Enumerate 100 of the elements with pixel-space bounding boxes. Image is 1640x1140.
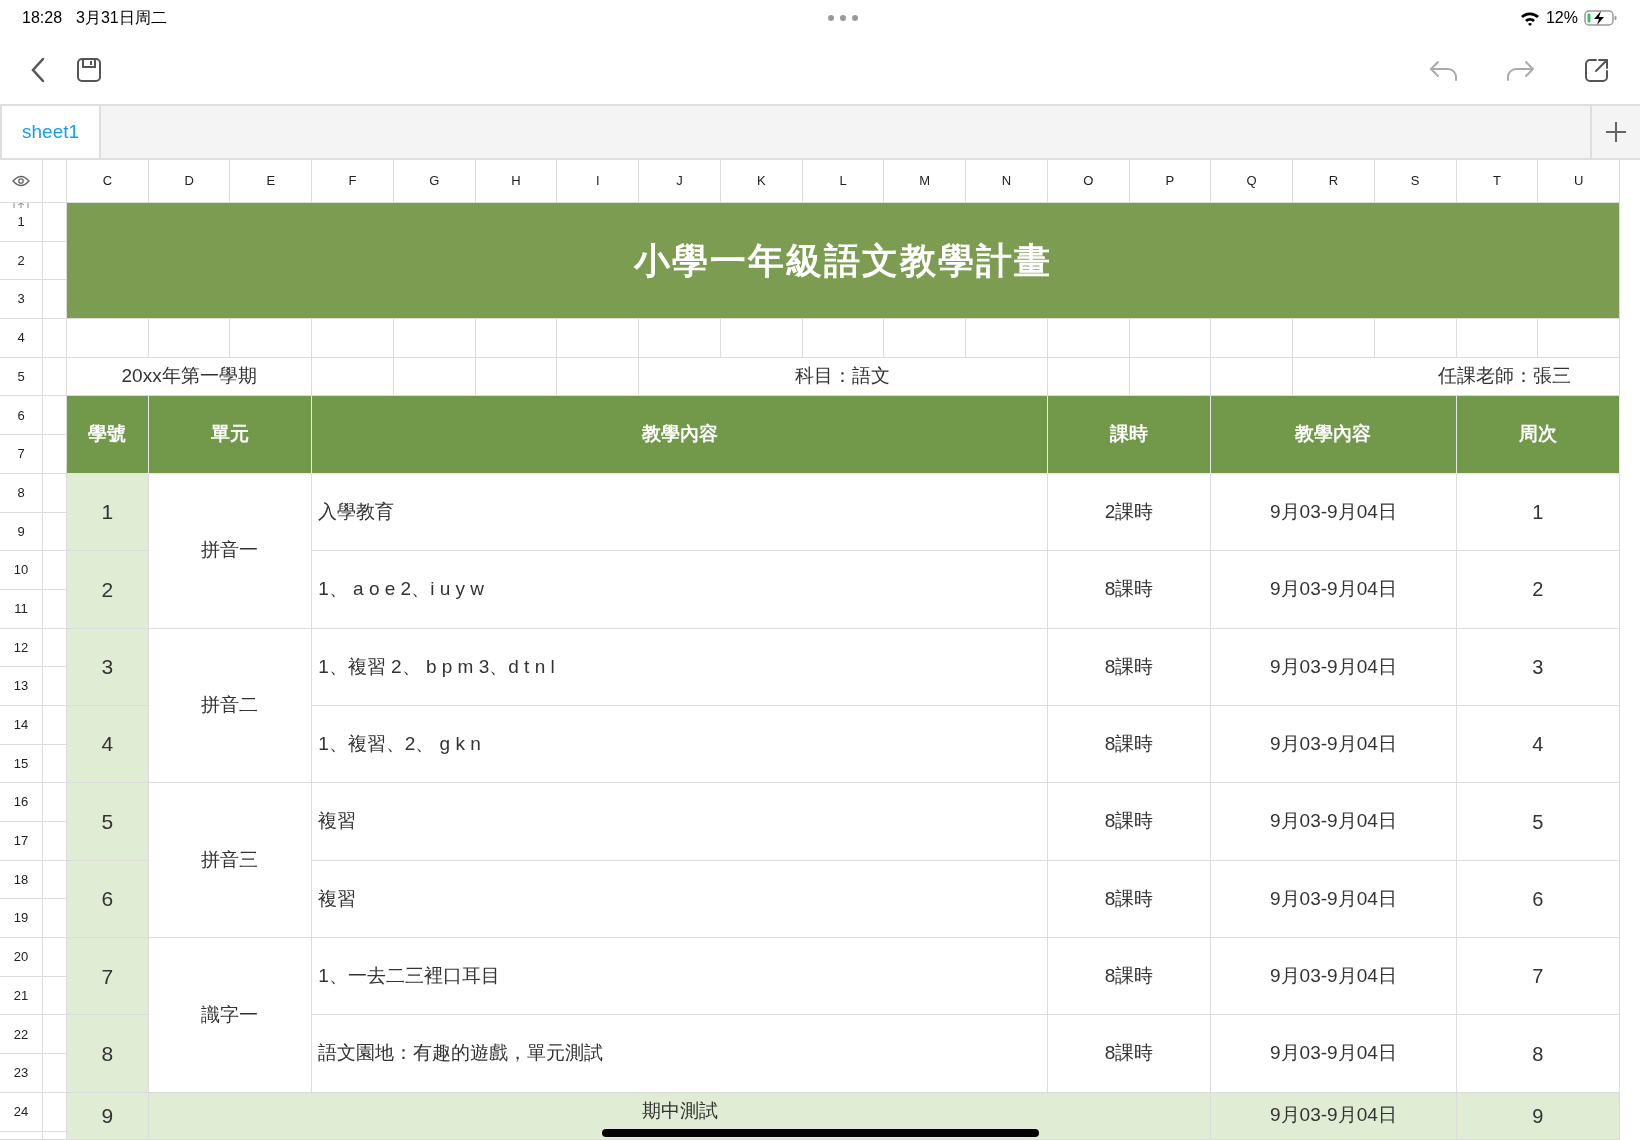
column-header[interactable]: Q [1246,171,1257,191]
column-header[interactable]: P [1165,171,1175,191]
date-cell-text: 9月03-9月04日 [1270,577,1397,602]
number-cell-text: 1 [101,499,114,526]
content-cell-text: 複習 [318,809,357,834]
term-label: 20xx年第一學期 [121,364,257,389]
number-cell-text: 3 [101,654,114,680]
row-header[interactable]: 23 [13,1063,29,1083]
hours-cell-text: 8課時 [1104,964,1154,988]
row-header[interactable]: 4 [17,328,25,348]
column-header[interactable]: O [1083,171,1094,191]
row-header[interactable]: 15 [13,753,29,774]
column-header[interactable]: J [676,171,683,191]
teacher-label: 任課老師：張三 [1438,364,1571,389]
status-time: 18:28 [22,8,63,28]
content-cell-text: 1、一去二三裡口耳目 [318,964,500,988]
column-header[interactable]: C [102,171,113,191]
row-header[interactable]: 1 [17,212,25,232]
week-cell-text: 5 [1532,809,1544,835]
number-cell-text: 4 [101,731,114,758]
save-icon[interactable] [76,57,102,83]
hours-cell-text: 8課時 [1104,577,1154,602]
more-icon[interactable] [827,14,860,22]
battery-charging-icon [1584,9,1618,27]
column-heading: 教學內容 [1295,422,1372,447]
plus-icon [1605,121,1627,143]
share-icon[interactable] [1584,57,1610,83]
hours-cell-text: 8課時 [1104,886,1154,911]
week-cell-text: 8 [1532,1041,1544,1067]
row-header[interactable]: 21 [13,985,29,1006]
column-header[interactable]: H [511,171,521,191]
row-header[interactable]: 16 [13,792,29,812]
column-heading: 課時 [1110,422,1149,447]
column-heading: 周次 [1518,422,1557,447]
column-header[interactable]: S [1410,171,1420,191]
unit-cell-text: 識字一 [201,1002,259,1027]
wifi-icon [1519,10,1540,26]
number-cell-text: 8 [101,1040,114,1067]
date-cell-text: 9月03-9月04日 [1270,886,1397,911]
content-cell-text: 1、 a o e 2、i u y w [318,577,484,602]
week-cell-text: 2 [1532,577,1544,603]
row-header[interactable]: 18 [13,869,29,890]
back-icon[interactable] [30,57,46,83]
row-header[interactable]: 13 [13,676,29,696]
battery-percent: 12% [1545,8,1578,28]
number-cell-text: 5 [101,808,114,835]
row-header[interactable]: 11 [14,598,28,619]
number-cell-text: 6 [101,886,114,913]
hours-cell-text: 8課時 [1104,809,1154,834]
week-cell-text: 9 [1532,1103,1544,1129]
week-cell-text: 1 [1532,500,1544,525]
row-header[interactable]: 8 [17,482,25,503]
content-cell-text: 入學教育 [318,499,395,524]
eye-icon[interactable] [12,175,30,187]
column-header[interactable]: E [266,171,276,191]
week-cell-text: 6 [1532,886,1544,912]
row-header[interactable]: 3 [17,289,25,309]
date-cell-text: 9月03-9月04日 [1270,964,1397,988]
number-cell-text: 7 [101,963,114,990]
column-header[interactable]: D [184,171,194,191]
column-header[interactable]: R [1328,171,1339,191]
column-header[interactable]: F [348,171,357,191]
row-header[interactable]: 6 [17,405,25,426]
hours-cell-text: 2課時 [1104,499,1154,524]
date-cell-text: 9月03-9月04日 [1270,809,1397,834]
date-cell-text: 9月03-9月04日 [1270,731,1397,756]
content-cell-text: 語文園地：有趣的遊戲，單元測試 [318,1041,604,1066]
column-header[interactable]: I [595,171,600,191]
sheet-title: 小學一年級語文教學計畫 [634,238,1052,283]
column-header[interactable]: T [1492,171,1501,191]
column-header[interactable]: L [839,171,847,191]
column-header[interactable]: U [1573,171,1584,191]
row-header[interactable]: 17 [13,831,29,851]
row-header[interactable]: 9 [17,521,25,542]
unit-cell-text: 拼音一 [201,538,259,563]
row-header[interactable]: 5 [17,366,25,387]
row-header[interactable]: 2 [17,250,25,271]
content-cell-text: 期中測試 [641,1098,718,1123]
row-header[interactable]: 20 [13,947,29,967]
date-cell-text: 9月03-9月04日 [1270,1041,1397,1066]
column-header[interactable]: K [756,171,766,191]
column-header[interactable]: N [1001,171,1012,191]
status-date: 3月31日周二 [76,8,167,28]
row-header[interactable]: 10 [13,560,29,580]
unit-cell-text: 拼音三 [201,847,259,872]
row-header[interactable]: 12 [13,637,29,658]
hours-cell-text: 8課時 [1104,731,1154,756]
column-heading: 學號 [88,422,127,447]
hours-cell-text: 8課時 [1104,654,1154,679]
week-cell-text: 4 [1532,732,1544,758]
row-header[interactable]: 22 [13,1024,29,1045]
column-heading: 教學內容 [641,422,718,447]
column-header[interactable]: M [919,171,931,191]
unit-cell-text: 拼音二 [201,693,259,718]
row-header[interactable]: 19 [13,908,29,928]
row-header[interactable]: 24 [13,1101,29,1122]
column-header[interactable]: G [429,171,440,191]
row-header[interactable]: 7 [17,444,25,464]
row-header[interactable]: 14 [13,715,29,735]
content-cell-text: 1、複習 2、 b p m 3、d t n l [318,654,555,679]
